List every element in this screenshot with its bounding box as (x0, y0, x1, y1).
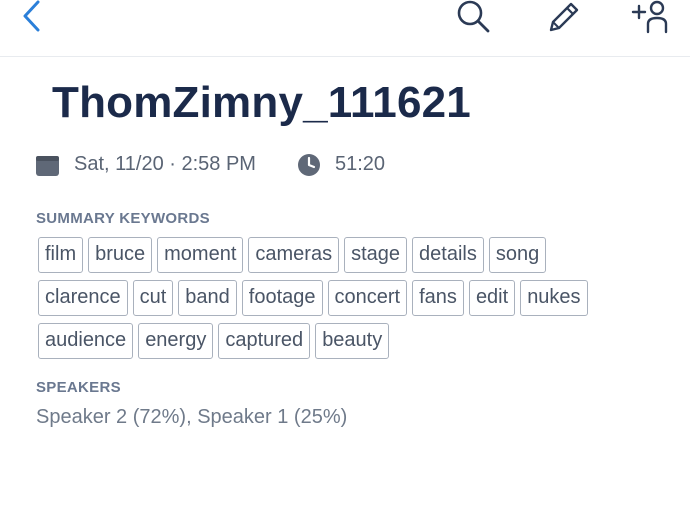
clock-icon (298, 154, 320, 176)
top-toolbar (0, 0, 690, 57)
keyword-chip[interactable]: beauty (315, 323, 390, 359)
keyword-chip[interactable]: nukes (520, 280, 588, 316)
keyword-chips: film bruce moment cameras stage details … (38, 237, 678, 366)
page-title: ThomZimny_111621 (52, 78, 471, 127)
keyword-chip[interactable]: audience (38, 323, 134, 359)
keyword-chip[interactable]: band (178, 280, 237, 316)
summary-keywords-label: SUMMARY KEYWORDS (36, 210, 210, 227)
date-time-text: Sat, 11/20 · 2:58 PM (74, 153, 256, 175)
speakers-text: Speaker 2 (72%), Speaker 1 (25%) (36, 406, 348, 428)
keyword-chip[interactable]: cameras (248, 237, 340, 273)
speakers-label: SPEAKERS (36, 379, 121, 396)
keyword-chip[interactable]: captured (218, 323, 311, 359)
keyword-chip[interactable]: moment (157, 237, 244, 273)
keyword-row: clarence cut band footage concert fans e… (38, 280, 678, 316)
pencil-icon[interactable] (543, 0, 581, 36)
keyword-chip[interactable]: footage (241, 280, 323, 316)
keyword-chip[interactable]: film (38, 237, 84, 273)
keyword-chip[interactable]: edit (468, 280, 516, 316)
keyword-chip[interactable]: bruce (88, 237, 153, 273)
keyword-row: film bruce moment cameras stage details … (38, 237, 678, 273)
duration-text: 51:20 (335, 153, 386, 175)
keyword-chip[interactable]: cut (132, 280, 174, 316)
keyword-chip[interactable]: clarence (38, 280, 128, 316)
keyword-chip[interactable]: stage (344, 237, 408, 273)
add-user-icon[interactable] (630, 0, 672, 36)
keyword-chip[interactable]: concert (327, 280, 408, 316)
search-icon[interactable] (455, 0, 493, 36)
keyword-chip[interactable]: details (412, 237, 484, 273)
chevron-left-icon[interactable] (20, 0, 44, 34)
recording-meta: Sat, 11/20 · 2:58 PM 51:20 (36, 150, 656, 180)
calendar-icon (36, 156, 59, 176)
keyword-chip[interactable]: energy (138, 323, 214, 359)
keyword-chip[interactable]: fans (412, 280, 464, 316)
keyword-chip[interactable]: song (488, 237, 547, 273)
keyword-row: audience energy captured beauty (38, 323, 678, 359)
